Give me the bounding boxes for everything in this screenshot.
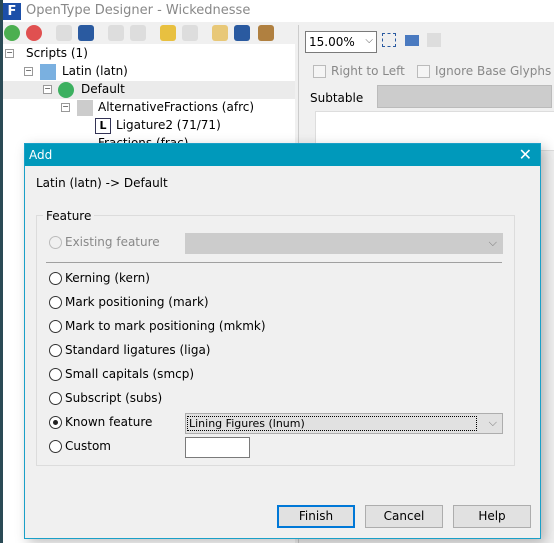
mkmk-label: Mark to mark positioning (mkmk): [65, 319, 266, 333]
mark-radio[interactable]: [49, 296, 62, 309]
dialog-path: Latin (latn) -> Default: [36, 176, 168, 190]
kern-radio[interactable]: [49, 272, 62, 285]
properties-icon[interactable]: [234, 25, 250, 41]
subs-radio[interactable]: [49, 392, 62, 405]
dialog-title: Add: [25, 144, 540, 166]
collapse-icon[interactable]: −: [61, 103, 70, 112]
app-titlebar: F OpenType Designer - Wickednesse: [0, 0, 554, 22]
existing-feature-radio[interactable]: [49, 236, 62, 249]
zoom-select[interactable]: 15.00% ⌵: [305, 31, 377, 53]
close-icon[interactable]: ✕: [519, 144, 532, 166]
custom-radio[interactable]: [49, 440, 62, 453]
subtable-label: Subtable: [310, 91, 364, 105]
existing-feature-label: Existing feature: [65, 235, 160, 249]
liga-radio[interactable]: [49, 344, 62, 357]
ignore-base-label: Ignore Base Glyphs: [435, 64, 552, 78]
custom-input[interactable]: [185, 437, 250, 458]
group-label: Feature: [43, 209, 95, 223]
globe-icon: [58, 82, 74, 98]
mark-label: Mark positioning (mark): [65, 295, 209, 309]
cancel-button[interactable]: Cancel: [365, 505, 443, 528]
custom-label: Custom: [65, 439, 111, 453]
lookup-icon: L: [95, 118, 111, 134]
known-feature-radio[interactable]: [49, 416, 62, 429]
known-feature-value: Lining Figures (lnum): [187, 416, 477, 431]
liga-label: Standard ligatures (liga): [65, 343, 211, 357]
subtable-select[interactable]: [377, 85, 552, 108]
mkmk-radio[interactable]: [49, 320, 62, 333]
tree-icon[interactable]: [212, 25, 228, 41]
kern-label: Kerning (kern): [65, 271, 150, 285]
rtl-label: Right to Left: [331, 64, 405, 78]
separator: [46, 262, 502, 263]
smcp-label: Small capitals (smcp): [65, 367, 195, 381]
feature-icon: [77, 100, 93, 116]
lightning-icon[interactable]: [160, 25, 176, 41]
tree-item-afrc[interactable]: AlternativeFractions (afrc): [98, 100, 254, 114]
broom-icon[interactable]: [258, 25, 274, 41]
tree-item-scripts[interactable]: Scripts (1): [26, 46, 88, 60]
add-dialog: Add ✕ Latin (latn) -> Default Feature Ex…: [24, 143, 541, 539]
remove-icon[interactable]: [26, 25, 42, 41]
toolbar: [0, 22, 295, 44]
zoom-value: 15.00%: [309, 35, 355, 49]
pen-disabled-icon[interactable]: [427, 33, 441, 47]
fit-icon[interactable]: [382, 33, 396, 47]
collapse-icon[interactable]: −: [5, 49, 14, 58]
app-logo-icon: F: [3, 3, 21, 20]
collapse-icon[interactable]: −: [43, 85, 52, 94]
lightning-disabled-icon[interactable]: [182, 25, 198, 41]
app-title: OpenType Designer - Wickednesse: [26, 3, 251, 18]
move-up-icon[interactable]: [108, 25, 124, 41]
known-feature-select[interactable]: Lining Figures (lnum) ⌵: [185, 413, 503, 434]
smcp-radio[interactable]: [49, 368, 62, 381]
table-icon[interactable]: [405, 35, 419, 46]
right-to-left-checkbox[interactable]: Right to Left: [313, 64, 405, 78]
tree-item-ligature2[interactable]: Ligature2 (71/71): [116, 118, 221, 132]
tree-item-default[interactable]: Default: [81, 82, 125, 96]
add-icon[interactable]: [4, 25, 20, 41]
help-button[interactable]: Help: [453, 505, 531, 528]
existing-feature-select[interactable]: ⌵: [185, 233, 503, 254]
tag-icon[interactable]: [56, 25, 72, 41]
script-icon: [40, 64, 56, 80]
collapse-icon[interactable]: −: [24, 67, 33, 76]
known-feature-label: Known feature: [65, 415, 153, 429]
subs-label: Subscript (subs): [65, 391, 163, 405]
finish-button[interactable]: Finish: [277, 505, 355, 528]
ignore-base-checkbox[interactable]: Ignore Base Glyphs: [417, 64, 551, 78]
xyz-icon[interactable]: [78, 25, 94, 41]
tree-item-latin[interactable]: Latin (latn): [62, 64, 128, 78]
move-down-icon[interactable]: [130, 25, 146, 41]
